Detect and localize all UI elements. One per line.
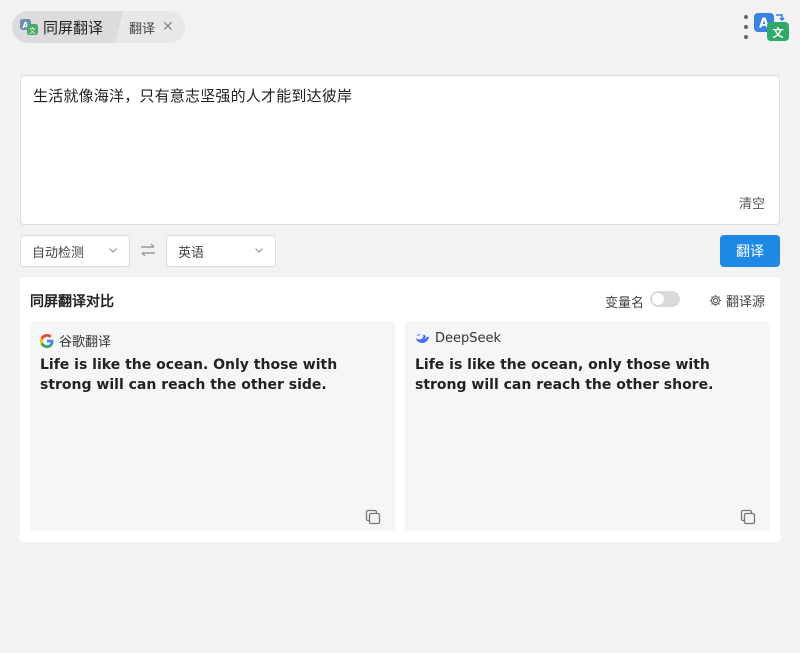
card-header: 谷歌翻译 xyxy=(40,331,111,350)
result-card-google: 谷歌翻译 Life is like the ocean. Only those … xyxy=(30,321,395,531)
toggle-knob xyxy=(652,293,664,305)
source-language-value: 自动检测 xyxy=(32,245,85,261)
engine-name: 谷歌翻译 xyxy=(59,335,112,350)
target-language-value: 英语 xyxy=(178,245,205,261)
tab-sub-label: 翻译 xyxy=(129,21,156,37)
close-icon[interactable]: ✕ xyxy=(162,20,174,34)
translation-source-button[interactable]: 翻译源 xyxy=(709,291,765,310)
source-text-area[interactable]: 生活就像海洋，只有意志坚强的人才能到达彼岸 清空 xyxy=(20,75,780,225)
swap-languages-icon[interactable] xyxy=(139,242,157,258)
translation-result[interactable]: Life is like the ocean. Only those with … xyxy=(40,355,388,395)
gear-icon xyxy=(709,294,722,307)
compare-panel: 同屏翻译对比 变量名 翻译源 谷歌翻译 Life is like the oce… xyxy=(20,277,780,542)
copy-icon[interactable] xyxy=(365,509,381,525)
tab-group: A 文 同屏翻译 翻译 ✕ xyxy=(12,11,185,43)
source-text[interactable]: 生活就像海洋，只有意志坚强的人才能到达彼岸 xyxy=(33,85,352,106)
more-menu-icon[interactable] xyxy=(743,15,749,39)
target-language-select[interactable]: 英语 xyxy=(166,235,276,267)
translate-button[interactable]: 翻译 xyxy=(720,235,780,267)
result-card-deepseek: DeepSeek Life is like the ocean, only th… xyxy=(405,321,770,531)
tab-translate[interactable]: 翻译 ✕ xyxy=(115,11,185,43)
card-header: DeepSeek xyxy=(415,331,501,346)
engine-name: DeepSeek xyxy=(435,331,502,346)
deepseek-icon xyxy=(415,333,430,343)
translate-app-icon: A 文 xyxy=(20,18,38,36)
translation-result[interactable]: Life is like the ocean, only those with … xyxy=(415,355,763,395)
source-language-select[interactable]: 自动检测 xyxy=(20,235,130,267)
google-icon xyxy=(40,333,54,348)
svg-text:文: 文 xyxy=(773,26,785,40)
chevron-down-icon xyxy=(255,248,263,253)
translation-source-label: 翻译源 xyxy=(726,295,766,310)
svg-text:文: 文 xyxy=(29,26,36,35)
variable-name-toggle[interactable] xyxy=(650,291,680,307)
panel-title: 同屏翻译对比 xyxy=(30,294,114,310)
translate-logo-icon[interactable]: A 文 xyxy=(753,12,791,42)
copy-icon[interactable] xyxy=(740,509,756,525)
tab-main-label: 同屏翻译 xyxy=(43,18,104,37)
variable-name-label: 变量名 xyxy=(605,296,645,311)
chevron-down-icon xyxy=(109,248,117,253)
tab-same-screen-translate[interactable]: A 文 同屏翻译 xyxy=(12,11,124,43)
clear-button[interactable]: 清空 xyxy=(739,193,765,212)
